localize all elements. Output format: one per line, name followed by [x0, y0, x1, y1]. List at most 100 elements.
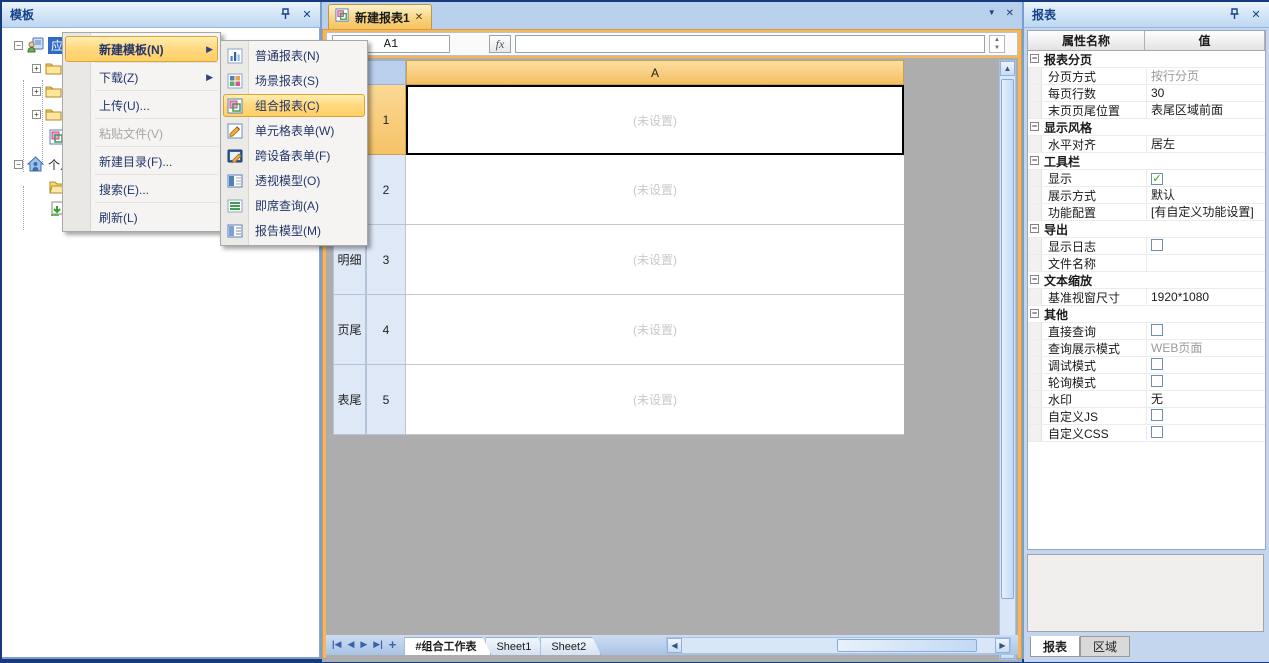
- checkbox-unchecked[interactable]: [1151, 358, 1163, 370]
- expand-expander-icon[interactable]: +: [32, 64, 41, 73]
- grid-cell-a4[interactable]: (未设置): [406, 295, 904, 365]
- row-header-1[interactable]: 1: [366, 85, 406, 155]
- scroll-up-icon[interactable]: ▲: [1000, 61, 1015, 76]
- menu-item-refresh[interactable]: 刷新(L): [63, 203, 220, 231]
- property-row[interactable]: 展示方式默认: [1028, 187, 1265, 204]
- property-value-column-header: 值: [1145, 31, 1265, 50]
- grid-cell-a1[interactable]: (未设置): [406, 85, 904, 155]
- last-sheet-icon[interactable]: ▶|: [373, 639, 382, 650]
- folder-icon: [45, 106, 62, 122]
- property-row[interactable]: 基准视窗尺寸1920*1080: [1028, 289, 1265, 306]
- tab-region[interactable]: 区域: [1080, 636, 1130, 657]
- submenu-item-normal-report[interactable]: 普通报表(N): [221, 43, 367, 68]
- expand-expander-icon[interactable]: +: [32, 87, 41, 96]
- sheet-tab-sheet2[interactable]: Sheet2: [540, 637, 601, 655]
- submenu-arrow-icon: ▶: [206, 72, 213, 83]
- submenu-item-adhoc-query[interactable]: 即席查询(A): [221, 193, 367, 218]
- vertical-scroll-thumb[interactable]: [1001, 79, 1014, 599]
- grid-cell-a5[interactable]: (未设置): [406, 365, 904, 435]
- tree-node-folder[interactable]: +: [32, 59, 62, 77]
- property-row[interactable]: 分页方式按行分页: [1028, 68, 1265, 85]
- column-header-a[interactable]: A: [406, 60, 904, 85]
- property-group[interactable]: −工具栏: [1028, 153, 1265, 170]
- add-sheet-icon[interactable]: +: [389, 637, 397, 652]
- checkbox-unchecked[interactable]: [1151, 426, 1163, 438]
- property-row[interactable]: 水印无: [1028, 391, 1265, 408]
- pin-icon[interactable]: [278, 8, 292, 22]
- formula-bar-spinner[interactable]: ▲▼: [989, 35, 1005, 53]
- checkbox-checked[interactable]: ✓: [1151, 173, 1163, 185]
- new-template-submenu: 普通报表(N) 场景报表(S) 组合报表(C) 单元格表单(W) 跨设备表: [220, 40, 368, 246]
- vertical-scrollbar[interactable]: ▲ ▼: [999, 60, 1016, 660]
- prev-sheet-icon[interactable]: ◀: [347, 639, 354, 650]
- property-group[interactable]: −文本缩放: [1028, 272, 1265, 289]
- property-row[interactable]: 显示✓: [1028, 170, 1265, 187]
- document-tab[interactable]: 新建报表1 ✕: [328, 4, 432, 29]
- property-row[interactable]: 直接查询: [1028, 323, 1265, 340]
- tree-node-folder[interactable]: +: [32, 105, 62, 123]
- document-frame: A1 fx ▲▼ A 明细 页尾 表尾 1 2 3 4 5: [322, 29, 1022, 659]
- close-icon[interactable]: ✕: [1249, 8, 1263, 22]
- expand-expander-icon[interactable]: +: [32, 110, 41, 119]
- menu-item-search[interactable]: 搜索(E)...: [63, 175, 220, 203]
- fx-button[interactable]: fx: [489, 35, 511, 53]
- menu-item-upload[interactable]: 上传(U)...: [63, 91, 220, 119]
- template-panel-title-label: 模板: [10, 8, 34, 22]
- property-row[interactable]: 水平对齐居左: [1028, 136, 1265, 153]
- scroll-left-icon[interactable]: ◀: [667, 638, 682, 653]
- sheet-tab-sheet1[interactable]: Sheet1: [485, 637, 546, 655]
- property-row[interactable]: 轮询模式: [1028, 374, 1265, 391]
- tab-list-dropdown-icon[interactable]: ▼: [988, 8, 996, 19]
- property-group[interactable]: −报表分页: [1028, 51, 1265, 68]
- property-group[interactable]: −导出: [1028, 221, 1265, 238]
- tab-report[interactable]: 报表: [1030, 636, 1080, 657]
- grid-cell-a2[interactable]: (未设置): [406, 155, 904, 225]
- property-row[interactable]: 功能配置[有自定义功能设置]: [1028, 204, 1265, 221]
- checkbox-unchecked[interactable]: [1151, 239, 1163, 251]
- property-row[interactable]: 文件名称: [1028, 255, 1265, 272]
- checkbox-unchecked[interactable]: [1151, 409, 1163, 421]
- folder-icon: [45, 60, 62, 76]
- property-row[interactable]: 自定义JS: [1028, 408, 1265, 425]
- tabstrip-close-icon[interactable]: ✕: [1006, 8, 1014, 19]
- grid-cell-a3[interactable]: (未设置): [406, 225, 904, 295]
- submenu-item-cell-form[interactable]: 单元格表单(W): [221, 118, 367, 143]
- submenu-item-combo-report[interactable]: 组合报表(C): [221, 93, 367, 118]
- scroll-right-icon[interactable]: ▶: [995, 638, 1010, 653]
- row-header-5[interactable]: 5: [366, 365, 406, 435]
- horizontal-scroll-thumb[interactable]: [837, 639, 977, 652]
- next-sheet-icon[interactable]: ▶: [360, 639, 367, 650]
- row-header-4[interactable]: 4: [366, 295, 406, 365]
- menu-item-new-directory[interactable]: 新建目录(F)...: [63, 147, 220, 175]
- formula-input[interactable]: [515, 35, 985, 53]
- formula-bar: A1 fx ▲▼: [326, 32, 1018, 56]
- property-row[interactable]: 查询展示模式WEB页面: [1028, 340, 1265, 357]
- menu-item-download[interactable]: 下载(Z) ▶: [63, 63, 220, 91]
- property-row[interactable]: 自定义CSS: [1028, 425, 1265, 442]
- tree-node-folder[interactable]: +: [32, 82, 62, 100]
- property-group[interactable]: −显示风格: [1028, 119, 1265, 136]
- checkbox-unchecked[interactable]: [1151, 324, 1163, 336]
- pin-icon[interactable]: [1227, 8, 1241, 22]
- submenu-item-cross-device-form[interactable]: 跨设备表单(F): [221, 143, 367, 168]
- close-icon[interactable]: ✕: [300, 8, 314, 22]
- submenu-item-scene-report[interactable]: 场景报表(S): [221, 68, 367, 93]
- checkbox-unchecked[interactable]: [1151, 375, 1163, 387]
- property-row[interactable]: 调试模式: [1028, 357, 1265, 374]
- submenu-item-report-model[interactable]: 报告模型(M): [221, 218, 367, 243]
- collapse-expander-icon[interactable]: −: [14, 41, 23, 50]
- collapse-expander-icon[interactable]: −: [14, 160, 23, 169]
- row-header-3[interactable]: 3: [366, 225, 406, 295]
- row-header-2[interactable]: 2: [366, 155, 406, 225]
- sheet-tab-combo-worksheet[interactable]: #组合工作表: [404, 637, 491, 655]
- property-group[interactable]: −其他: [1028, 306, 1265, 323]
- property-row[interactable]: 每页行数30: [1028, 85, 1265, 102]
- menu-item-new-template[interactable]: 新建模板(N) ▶: [63, 35, 220, 63]
- report-model-icon: [227, 223, 243, 239]
- horizontal-scrollbar[interactable]: ◀ ▶: [666, 637, 1011, 654]
- tab-close-icon[interactable]: ✕: [415, 12, 423, 23]
- first-sheet-icon[interactable]: |◀: [332, 639, 341, 650]
- property-row[interactable]: 显示日志: [1028, 238, 1265, 255]
- submenu-item-pivot-model[interactable]: 透视模型(O): [221, 168, 367, 193]
- property-row[interactable]: 末页页尾位置表尾区域前面: [1028, 102, 1265, 119]
